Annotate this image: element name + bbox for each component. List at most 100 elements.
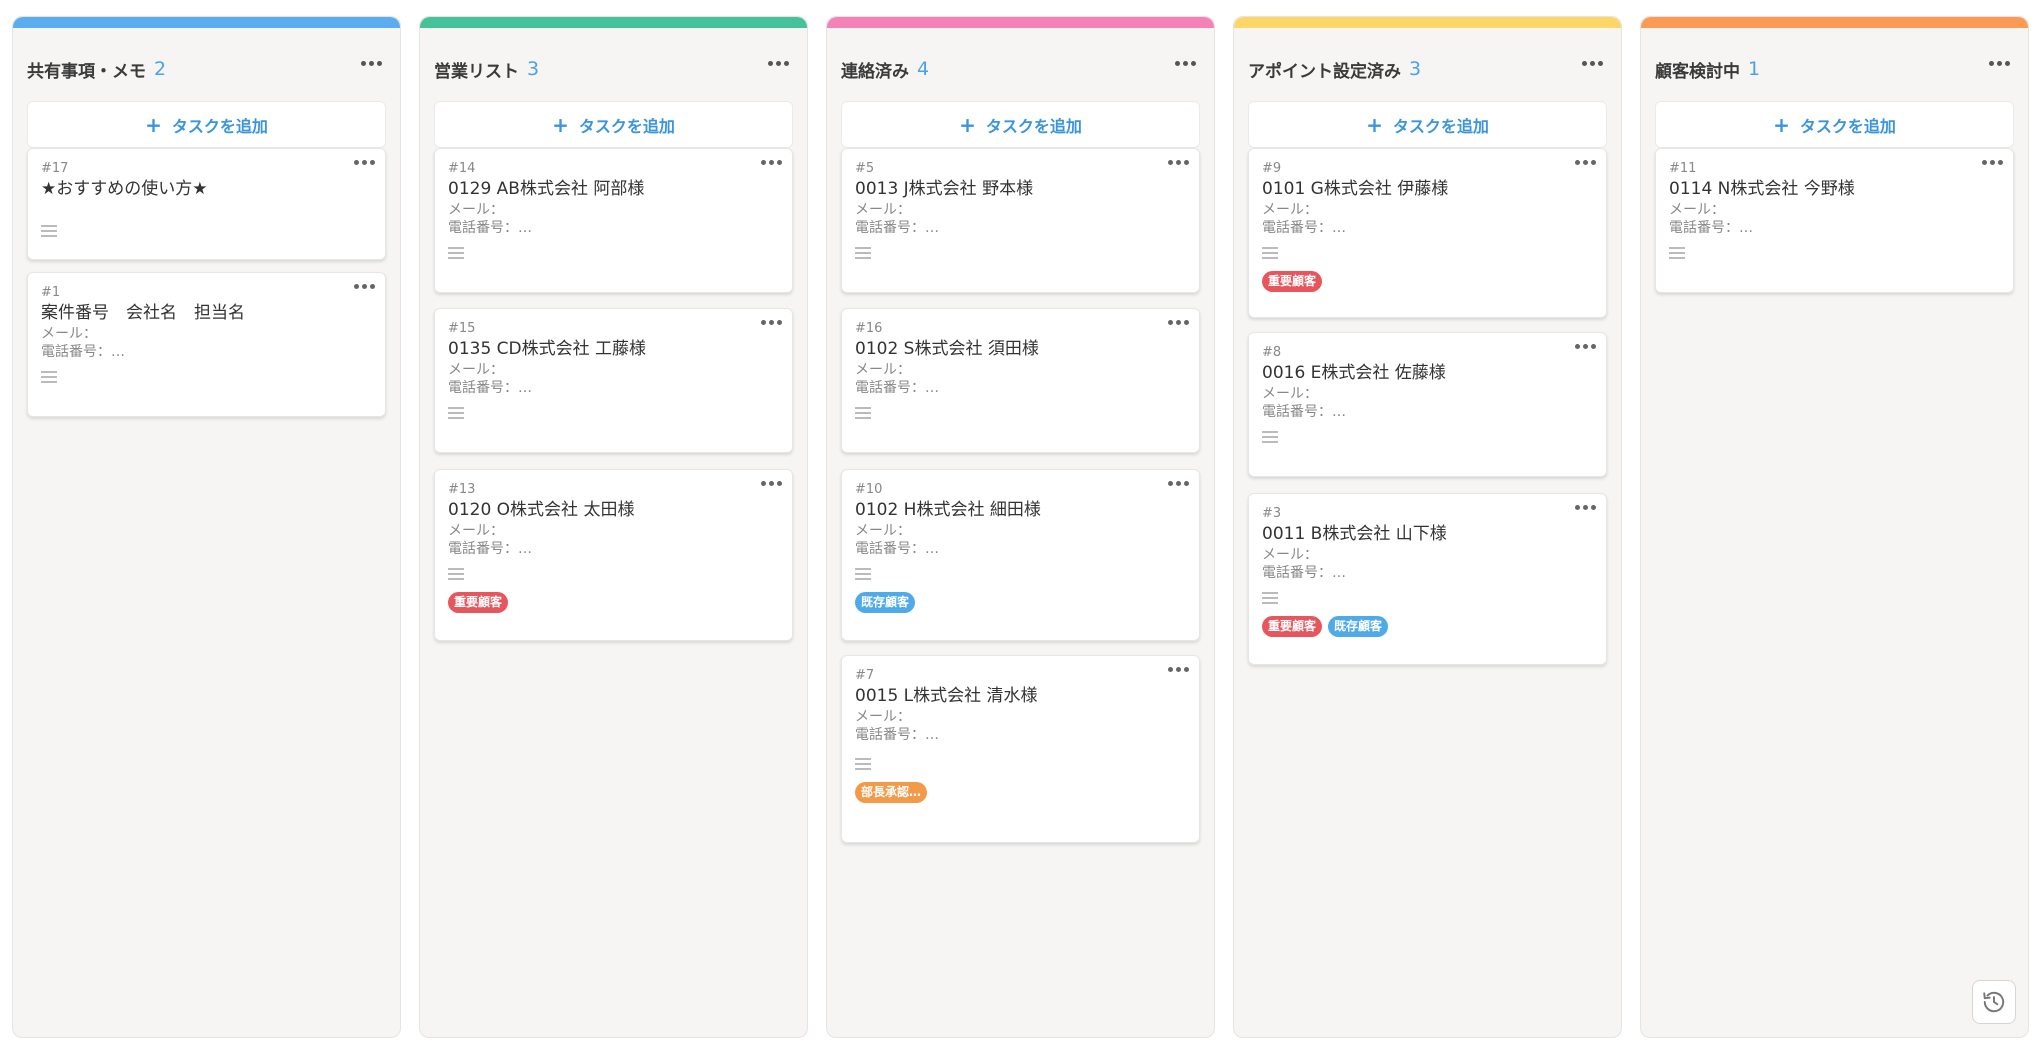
more-dots-icon[interactable] <box>1575 160 1596 165</box>
tag-important-customer[interactable]: 重要顧客 <box>1262 616 1323 637</box>
more-dots-icon[interactable] <box>761 481 782 486</box>
more-dots-icon[interactable] <box>1989 61 2010 66</box>
list-icon <box>41 225 57 237</box>
card-id: #3 <box>1262 506 1282 521</box>
tag-important-customer[interactable]: 重要顧客 <box>1262 271 1323 292</box>
column-sales-list: 営業リスト 3 + タスクを追加 #14 0129 AB株式会社 阿部様 メール… <box>419 16 808 1038</box>
add-task-button[interactable]: + タスクを追加 <box>1248 101 1607 148</box>
plus-icon: + <box>145 112 162 137</box>
more-dots-icon[interactable] <box>761 160 782 165</box>
card-email-field: メール： <box>855 709 911 725</box>
card-phone-field: 電話番号：… <box>1262 404 1346 420</box>
column-color-bar <box>13 17 400 28</box>
card-title: 0102 H株式会社 細田様 <box>855 500 1041 520</box>
card-title: 0101 G株式会社 伊藤様 <box>1262 179 1449 199</box>
card-phone-field: 電話番号：… <box>1262 565 1346 581</box>
list-icon <box>855 247 871 259</box>
add-task-button[interactable]: + タスクを追加 <box>1655 101 2014 148</box>
task-card[interactable]: #14 0129 AB株式会社 阿部様 メール： 電話番号：… <box>434 148 793 293</box>
more-dots-icon[interactable] <box>1582 61 1603 66</box>
tag-manager-approval[interactable]: 部長承認… <box>855 782 928 803</box>
history-button[interactable] <box>1972 980 2016 1024</box>
column-shared-memo: 共有事項・メモ 2 + タスクを追加 #17 ★おすすめの使い方★ #1 案件番… <box>12 16 401 1038</box>
card-phone-field: 電話番号：… <box>855 380 939 396</box>
card-email-field: メール： <box>855 202 911 218</box>
card-title: 0102 S株式会社 須田様 <box>855 339 1039 359</box>
column-header: 共有事項・メモ 2 <box>27 49 386 89</box>
column-count: 1 <box>1748 58 1761 80</box>
card-title: 案件番号 会社名 担当名 <box>41 303 245 323</box>
card-id: #16 <box>855 321 883 336</box>
task-card[interactable]: #5 0013 J株式会社 野本様 メール： 電話番号：… <box>841 148 1200 293</box>
card-title: ★おすすめの使い方★ <box>41 179 208 199</box>
card-phone-field: 電話番号：… <box>855 220 939 236</box>
card-id: #8 <box>1262 345 1282 360</box>
task-card[interactable]: #10 0102 H株式会社 細田様 メール： 電話番号：… 既存顧客 <box>841 469 1200 641</box>
column-header: アポイント設定済み 3 <box>1248 49 1607 89</box>
task-card[interactable]: #3 0011 B株式会社 山下様 メール： 電話番号：… 重要顧客 既存顧客 <box>1248 493 1607 665</box>
column-customer-considering: 顧客検討中 1 + タスクを追加 #11 0114 N株式会社 今野様 メール：… <box>1640 16 2029 1038</box>
card-id: #10 <box>855 482 883 497</box>
task-card[interactable]: #15 0135 CD株式会社 工藤様 メール： 電話番号：… <box>434 308 793 453</box>
more-dots-icon[interactable] <box>1168 667 1189 672</box>
more-dots-icon[interactable] <box>1575 344 1596 349</box>
card-id: #13 <box>448 482 476 497</box>
tag-existing-customer[interactable]: 既存顧客 <box>855 592 916 613</box>
column-appointment-set: アポイント設定済み 3 + タスクを追加 #9 0101 G株式会社 伊藤様 メ… <box>1233 16 1622 1038</box>
more-dots-icon[interactable] <box>1168 160 1189 165</box>
more-dots-icon[interactable] <box>1575 505 1596 510</box>
card-title: 0120 O株式会社 太田様 <box>448 500 635 520</box>
more-dots-icon[interactable] <box>354 284 375 289</box>
task-card[interactable]: #7 0015 L株式会社 清水様 メール： 電話番号：… 部長承認… <box>841 655 1200 843</box>
more-dots-icon[interactable] <box>1982 160 2003 165</box>
more-dots-icon[interactable] <box>1168 481 1189 486</box>
card-id: #5 <box>855 161 875 176</box>
tag-existing-customer[interactable]: 既存顧客 <box>1328 616 1389 637</box>
card-id: #1 <box>41 285 61 300</box>
task-card[interactable]: #8 0016 E株式会社 佐藤様 メール： 電話番号：… <box>1248 332 1607 477</box>
tag-important-customer[interactable]: 重要顧客 <box>448 592 509 613</box>
plus-icon: + <box>552 112 569 137</box>
more-dots-icon[interactable] <box>761 320 782 325</box>
task-card[interactable]: #13 0120 O株式会社 太田様 メール： 電話番号：… 重要顧客 <box>434 469 793 641</box>
task-card[interactable]: #17 ★おすすめの使い方★ <box>27 148 386 260</box>
card-phone-field: 電話番号：… <box>448 541 532 557</box>
card-email-field: メール： <box>855 362 911 378</box>
column-title: 営業リスト <box>434 61 519 82</box>
task-card[interactable]: #11 0114 N株式会社 今野様 メール： 電話番号：… <box>1655 148 2014 293</box>
add-task-label: タスクを追加 <box>1799 116 1896 136</box>
add-task-label: タスクを追加 <box>578 116 675 136</box>
task-card[interactable]: #9 0101 G株式会社 伊藤様 メール： 電話番号：… 重要顧客 <box>1248 148 1607 318</box>
more-dots-icon[interactable] <box>354 160 375 165</box>
task-card[interactable]: #1 案件番号 会社名 担当名 メール： 電話番号：… <box>27 272 386 417</box>
more-dots-icon[interactable] <box>768 61 789 66</box>
card-id: #7 <box>855 668 875 683</box>
card-phone-field: 電話番号：… <box>1669 220 1753 236</box>
card-email-field: メール： <box>41 326 97 342</box>
list-icon <box>855 407 871 419</box>
task-card[interactable]: #16 0102 S株式会社 須田様 メール： 電話番号：… <box>841 308 1200 453</box>
column-contacted: 連絡済み 4 + タスクを追加 #5 0013 J株式会社 野本様 メール： 電… <box>826 16 1215 1038</box>
card-title: 0011 B株式会社 山下様 <box>1262 524 1447 544</box>
column-header: 連絡済み 4 <box>841 49 1200 89</box>
card-email-field: メール： <box>855 523 911 539</box>
column-title: 顧客検討中 <box>1655 61 1740 82</box>
more-dots-icon[interactable] <box>1175 61 1196 66</box>
card-email-field: メール： <box>1669 202 1725 218</box>
plus-icon: + <box>959 112 976 137</box>
card-title: 0114 N株式会社 今野様 <box>1669 179 1855 199</box>
add-task-button[interactable]: + タスクを追加 <box>434 101 793 148</box>
add-task-button[interactable]: + タスクを追加 <box>27 101 386 148</box>
add-task-label: タスクを追加 <box>1392 116 1489 136</box>
card-email-field: メール： <box>448 523 504 539</box>
card-email-field: メール： <box>1262 547 1318 563</box>
more-dots-icon[interactable] <box>1168 320 1189 325</box>
column-title: 共有事項・メモ <box>27 61 146 82</box>
card-title: 0016 E株式会社 佐藤様 <box>1262 363 1446 383</box>
card-title: 0013 J株式会社 野本様 <box>855 179 1034 199</box>
add-task-button[interactable]: + タスクを追加 <box>841 101 1200 148</box>
column-count: 4 <box>917 58 930 80</box>
list-icon <box>1262 247 1278 259</box>
add-task-label: タスクを追加 <box>171 116 268 136</box>
more-dots-icon[interactable] <box>361 61 382 66</box>
